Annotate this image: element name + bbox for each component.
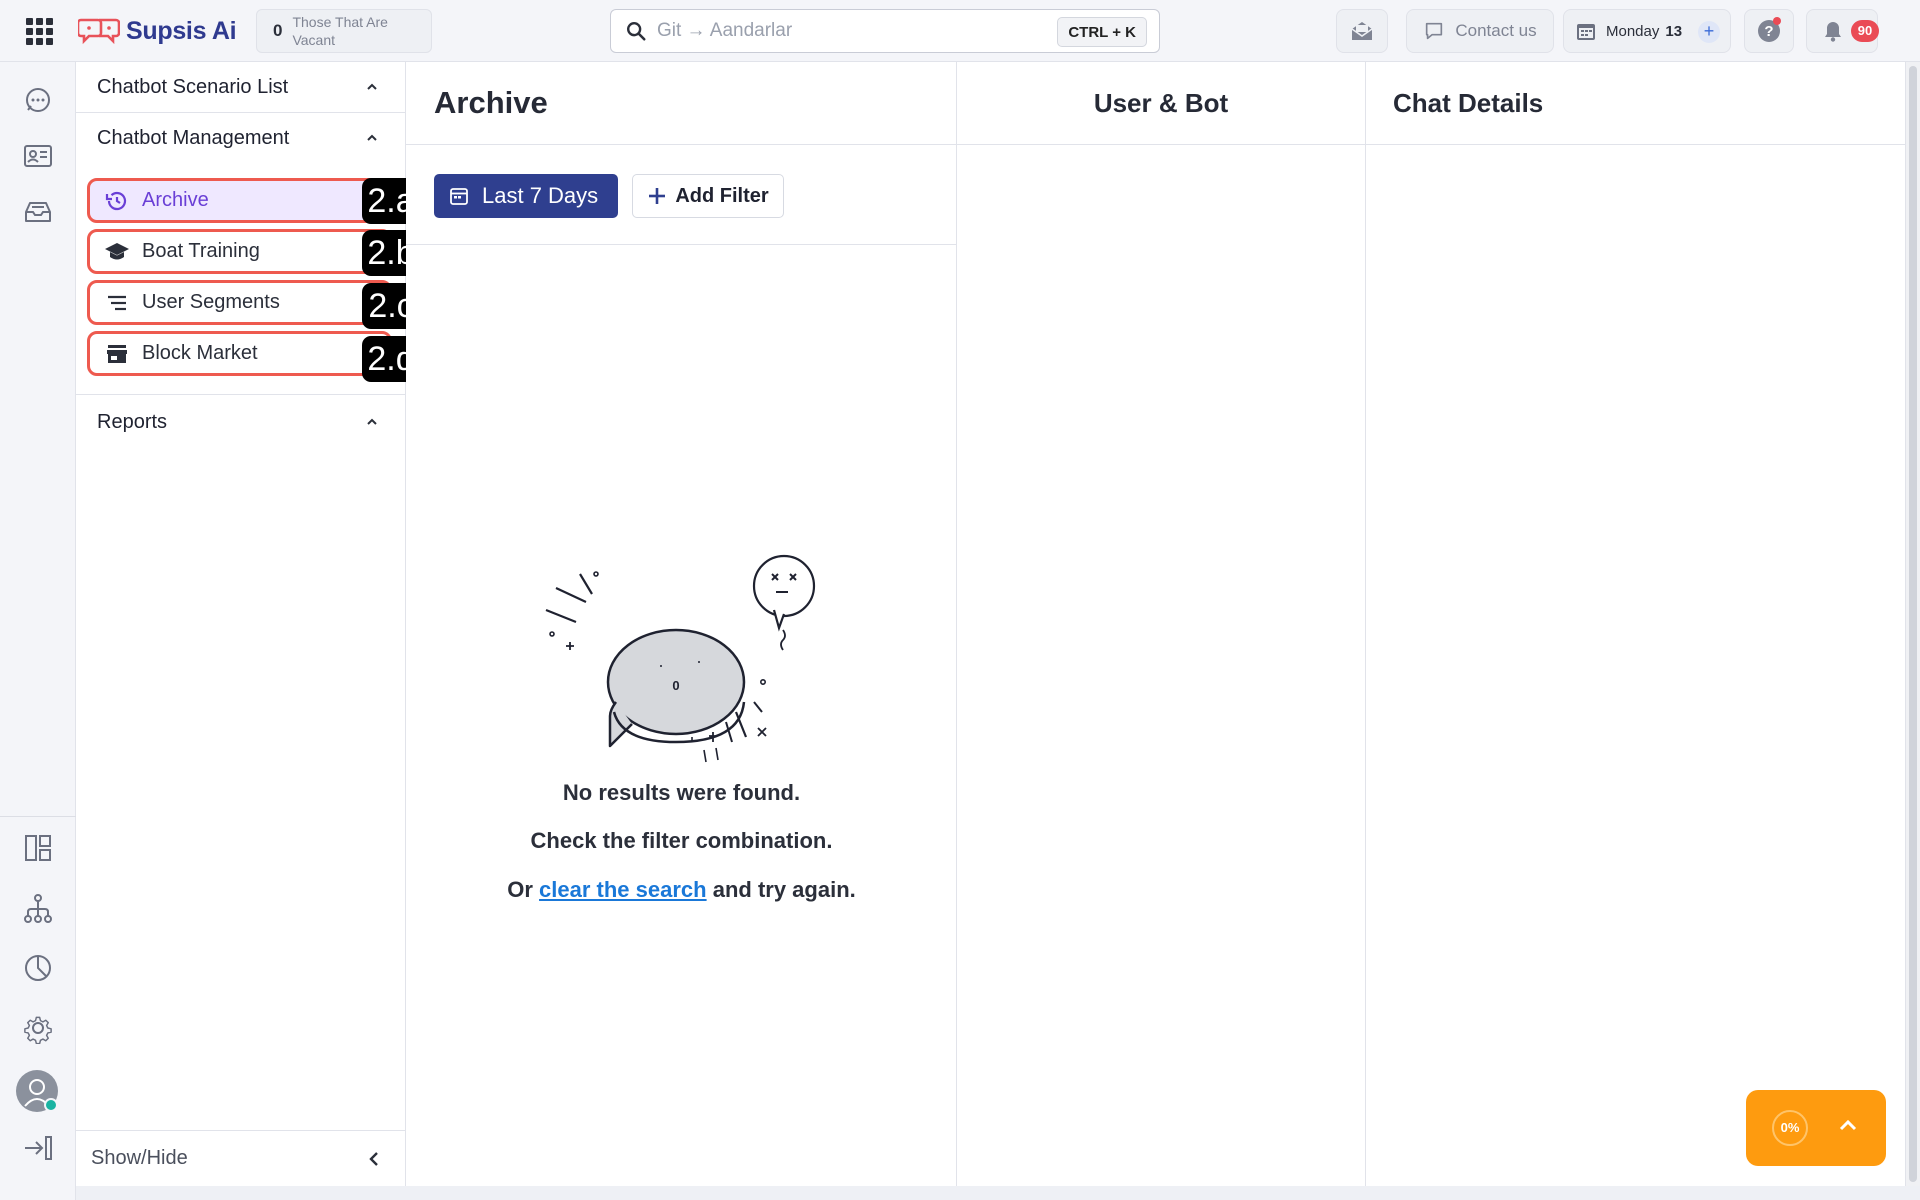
icon-rail	[0, 62, 76, 1200]
logo-icon	[78, 18, 120, 45]
bell-icon	[1825, 22, 1841, 42]
calendar-day: Monday	[1606, 22, 1660, 40]
graduation-cap-icon	[104, 239, 130, 265]
date-range-button[interactable]: Last 7 Days	[434, 174, 618, 218]
plus-icon	[649, 188, 666, 204]
calendar-icon	[450, 188, 468, 205]
chevron-up-icon	[1839, 1119, 1857, 1131]
show-hide-label: Show/Hide	[91, 1147, 188, 1169]
sidebar-item-label: Block Market	[142, 342, 258, 364]
sidebar-item-label: Boat Training	[142, 240, 260, 262]
page-scrollbar[interactable]	[1906, 62, 1920, 1186]
add-filter-button[interactable]: Add Filter	[632, 174, 784, 218]
page-title: Archive	[434, 85, 548, 120]
scrollbar-thumb[interactable]	[1909, 66, 1917, 1182]
sidebar-item-archive[interactable]: Archive	[87, 178, 392, 223]
empty-message-action: Or clear the search and try again.	[406, 877, 957, 903]
date-range-label: Last 7 Days	[482, 183, 599, 208]
layout-icon[interactable]	[22, 832, 54, 864]
section-label: Reports	[97, 410, 168, 433]
chevron-left-icon	[369, 1152, 378, 1166]
contact-us-button[interactable]: Contact us	[1406, 9, 1554, 53]
online-status-dot	[44, 1098, 58, 1112]
panel-title: User & Bot	[1093, 87, 1229, 118]
empty-suffix: and try again.	[712, 877, 856, 902]
vacant-counter[interactable]: 0 Those That Are Vacant	[256, 9, 432, 53]
divider	[406, 144, 956, 145]
onboarding-progress-button[interactable]: 0%	[1746, 1090, 1886, 1166]
empty-message-title: No results were found.	[562, 780, 801, 805]
search-shortcut: CTRL + K	[1057, 17, 1147, 47]
vacant-count: 0	[273, 21, 283, 40]
panel-title: Chat Details	[1393, 87, 1544, 118]
section-label: Chatbot Management	[97, 126, 290, 149]
segments-lines-icon	[104, 290, 130, 316]
sidebar-item-user-segments[interactable]: User Segments	[87, 280, 392, 325]
flow-tree-icon[interactable]	[22, 892, 54, 924]
mail-button[interactable]	[1336, 9, 1388, 53]
divider	[406, 244, 956, 245]
inbox-icon[interactable]	[22, 196, 54, 228]
top-bar: Supsis Ai 0 Those That Are Vacant CTRL +…	[0, 0, 1920, 62]
contact-card-icon[interactable]	[22, 140, 54, 172]
clear-search-link[interactable]: clear the search	[539, 877, 707, 902]
archive-panel: Archive Last 7 Days Add Filter 0 No resu…	[406, 62, 957, 1186]
chevron-up-icon	[367, 83, 377, 90]
search-input[interactable]	[657, 20, 1037, 42]
chevron-up-icon	[367, 134, 377, 141]
brand-logo[interactable]: Supsis Ai	[78, 13, 237, 49]
empty-message-hint: Check the filter combination.	[530, 828, 833, 853]
chat-icon[interactable]	[22, 84, 54, 116]
sidebar-item-block-market[interactable]: Block Market	[87, 331, 392, 376]
sidebar-item-label: User Segments	[142, 291, 280, 313]
chat-bubble-icon	[1426, 22, 1443, 40]
section-chatbot-scenario-list[interactable]: Chatbot Scenario List	[76, 62, 405, 112]
apps-grid-icon[interactable]	[26, 18, 54, 46]
rail-divider	[0, 816, 76, 817]
global-search[interactable]: CTRL + K	[610, 9, 1160, 53]
add-filter-label: Add Filter	[675, 184, 769, 207]
search-icon	[627, 22, 646, 41]
calendar-icon	[1577, 24, 1595, 40]
show-hide-toggle[interactable]: Show/Hide	[76, 1130, 405, 1186]
section-label: Chatbot Scenario List	[97, 75, 289, 98]
help-button[interactable]: ?	[1744, 9, 1794, 53]
history-icon	[104, 188, 130, 214]
user-bot-panel: User & Bot	[957, 62, 1366, 1186]
calendar-date: 13	[1665, 22, 1683, 40]
section-reports[interactable]: Reports	[76, 395, 405, 449]
plus-icon[interactable]: +	[1698, 21, 1720, 43]
empty-chat-illustration: 0	[545, 554, 816, 763]
help-alert-dot	[1773, 17, 1781, 25]
divider	[957, 144, 1365, 145]
chat-details-panel: Chat Details	[1366, 62, 1906, 1186]
empty-prefix: Or	[507, 877, 533, 902]
svg-text:?: ?	[1764, 23, 1773, 40]
section-chatbot-management[interactable]: Chatbot Management	[76, 113, 405, 163]
settings-gear-icon[interactable]	[22, 1012, 54, 1045]
sidebar-item-label: Archive	[142, 189, 209, 211]
reports-clock-icon[interactable]	[22, 952, 54, 984]
vacant-label: Those That Are Vacant	[292, 14, 388, 48]
brand-name: Supsis Ai	[126, 16, 237, 45]
sidebar-item-boat-training[interactable]: Boat Training	[87, 229, 392, 274]
calendar-button[interactable]: Monday 13 +	[1563, 9, 1731, 53]
logout-icon[interactable]	[22, 1132, 54, 1164]
illustration-label: 0	[672, 678, 679, 693]
mail-icon	[1351, 22, 1373, 40]
divider	[1366, 144, 1905, 145]
notifications-badge: 90	[1851, 20, 1879, 42]
progress-ring: 0%	[1772, 1110, 1808, 1146]
notifications-button[interactable]: 90	[1806, 9, 1879, 53]
chevron-up-icon	[367, 418, 377, 425]
store-icon	[104, 341, 130, 367]
contact-us-label: Contact us	[1455, 21, 1537, 40]
chatbot-sidebar: Chatbot Scenario List Chatbot Management…	[76, 62, 420, 1186]
